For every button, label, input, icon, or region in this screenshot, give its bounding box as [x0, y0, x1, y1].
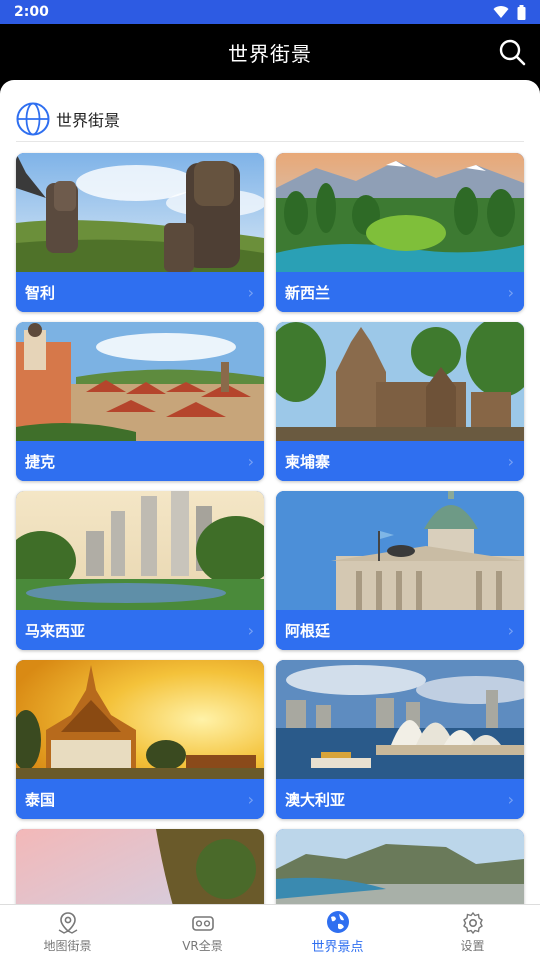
gear-icon [462, 911, 483, 935]
malaysia-towers-image [16, 491, 264, 610]
argentina-congress-image [276, 491, 524, 610]
card-footer: 马来西亚 › [16, 610, 264, 650]
chevron-right-icon: › [507, 789, 514, 809]
status-time: 2:00 [14, 4, 49, 20]
country-label: 智利 [25, 283, 56, 302]
cambodia-temple-image [276, 322, 524, 441]
globe-icon [326, 911, 349, 933]
card-footer: 泰国 › [16, 779, 264, 819]
chevron-right-icon: › [507, 451, 514, 471]
nav-item-world-attractions[interactable]: 世界景点 [270, 905, 405, 960]
thailand-temple-image [16, 660, 264, 779]
australia-opera-house-image [276, 660, 524, 779]
country-label: 马来西亚 [25, 621, 86, 640]
section-title: 世界街景 [56, 110, 121, 130]
chevron-right-icon: › [247, 282, 254, 302]
content-sheet: 世界街景 智利 › 新西兰 › 捷克 › 柬埔寨 › 马来西亚 › 阿根廷 › … [0, 80, 540, 904]
cliff-landscape-image [16, 829, 264, 904]
country-card-new-zealand[interactable]: 新西兰 › [276, 153, 524, 312]
status-icons [493, 4, 526, 20]
new-zealand-landscape-image [276, 153, 524, 272]
chevron-right-icon: › [507, 620, 514, 640]
country-card-malaysia[interactable]: 马来西亚 › [16, 491, 264, 650]
chevron-right-icon: › [507, 282, 514, 302]
nav-label: 地图街景 [43, 939, 92, 953]
card-footer: 阿根廷 › [276, 610, 524, 650]
country-label: 新西兰 [285, 283, 331, 302]
card-footer: 捷克 › [16, 441, 264, 481]
country-card-australia[interactable]: 澳大利亚 › [276, 660, 524, 819]
chevron-right-icon: › [247, 789, 254, 809]
map-pin-icon [58, 912, 77, 934]
czech-town-image [16, 322, 264, 441]
country-grid: 智利 › 新西兰 › 捷克 › 柬埔寨 › 马来西亚 › 阿根廷 › 泰国 › … [16, 153, 524, 904]
chevron-right-icon: › [247, 451, 254, 471]
section-header: 世界街景 [16, 96, 524, 142]
country-card-cambodia[interactable]: 柬埔寨 › [276, 322, 524, 481]
page-title: 世界街景 [228, 41, 312, 66]
country-card-argentina[interactable]: 阿根廷 › [276, 491, 524, 650]
card-footer: 柬埔寨 › [276, 441, 524, 481]
battery-icon [517, 4, 526, 20]
globe-outline-icon [16, 102, 50, 135]
country-label: 捷克 [25, 452, 56, 471]
chile-moai-image [16, 153, 264, 272]
card-footer: 新西兰 › [276, 272, 524, 312]
chevron-right-icon: › [247, 620, 254, 640]
card-footer: 澳大利亚 › [276, 779, 524, 819]
country-card-thailand[interactable]: 泰国 › [16, 660, 264, 819]
country-card-cape-town[interactable]: › [276, 829, 524, 904]
city-mountain-image [276, 829, 524, 904]
status-bar: 2:00 [0, 0, 540, 24]
app-bar: 世界街景 [0, 24, 540, 80]
nav-item-vr[interactable]: VR全景 [135, 905, 270, 960]
country-label: 柬埔寨 [285, 452, 331, 471]
wifi-icon [493, 6, 509, 19]
bottom-nav: 地图街景 VR全景 世界景点 设置 [0, 904, 540, 960]
nav-item-settings[interactable]: 设置 [405, 905, 540, 960]
country-label: 阿根廷 [285, 621, 331, 640]
vr-headset-icon [191, 916, 214, 931]
country-label: 澳大利亚 [285, 790, 346, 809]
card-footer: 智利 › [16, 272, 264, 312]
country-label: 泰国 [25, 790, 56, 809]
country-card-czech[interactable]: 捷克 › [16, 322, 264, 481]
country-card-cliff[interactable]: › [16, 829, 264, 904]
nav-label: VR全景 [182, 939, 223, 953]
nav-item-map-streetview[interactable]: 地图街景 [0, 905, 135, 960]
nav-label: 设置 [460, 939, 485, 953]
nav-label: 世界景点 [311, 940, 364, 955]
country-card-chile[interactable]: 智利 › [16, 153, 264, 312]
search-icon[interactable] [498, 38, 526, 66]
